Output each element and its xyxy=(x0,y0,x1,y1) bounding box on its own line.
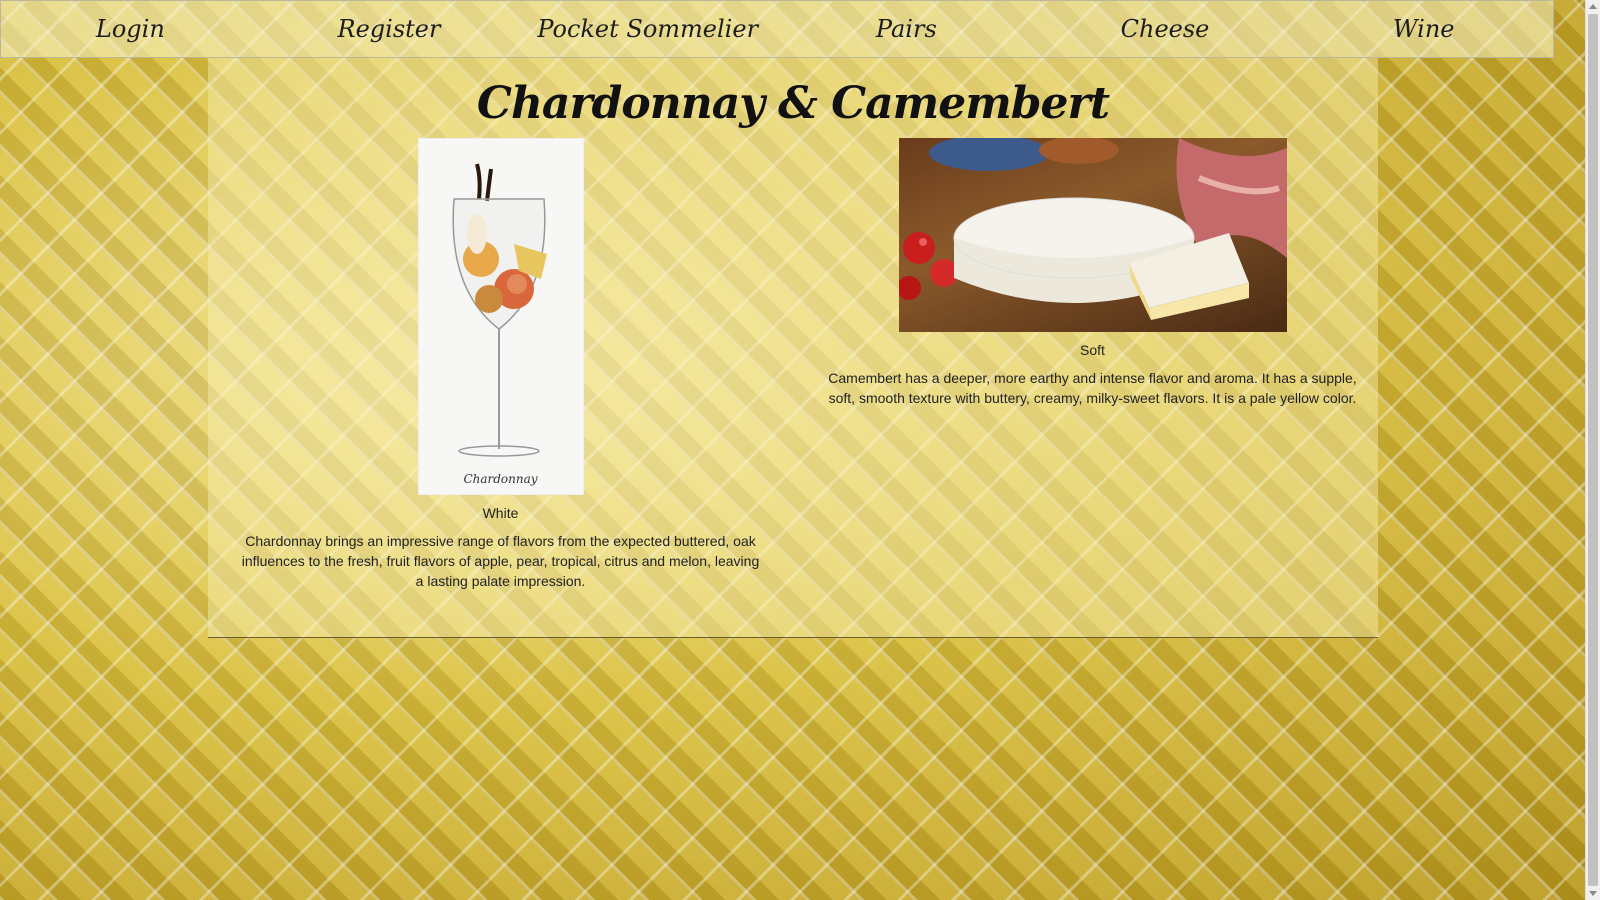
nav-cheese[interactable]: Cheese xyxy=(1036,0,1295,58)
wine-glass-image: Chardonnay xyxy=(417,138,584,495)
cheese-image xyxy=(898,138,1287,332)
top-nav: Login Register Pocket Sommelier Pairs Ch… xyxy=(0,0,1554,58)
page-title: Chardonnay & Camembert xyxy=(476,78,1110,129)
cheese-type: Soft xyxy=(1080,342,1105,358)
nav-login[interactable]: Login xyxy=(1,0,260,58)
wine-description: Chardonnay brings an impressive range of… xyxy=(241,533,760,589)
wine-section: Chardonnay White Chardonnay brings an im… xyxy=(228,138,773,591)
camembert-icon xyxy=(898,138,1287,320)
wine-type: White xyxy=(482,505,519,521)
pairing-card: Chardonnay & Camembert Chardonnay White … xyxy=(208,58,1378,638)
scroll-down-icon[interactable] xyxy=(1589,891,1597,896)
scroll-up-icon[interactable] xyxy=(1589,4,1597,9)
nav-pocket-sommelier[interactable]: Pocket Sommelier xyxy=(518,0,777,58)
cheese-description: Camembert has a deeper, more earthy and … xyxy=(828,370,1357,406)
nav-pairs[interactable]: Pairs xyxy=(777,0,1036,58)
scroll-thumb[interactable] xyxy=(1588,14,1598,886)
wine-image-label: Chardonnay xyxy=(463,472,538,486)
cheese-section: Soft Camembert has a deeper, more earthy… xyxy=(820,138,1365,408)
vertical-scrollbar[interactable] xyxy=(1585,0,1600,900)
wine-glass-icon xyxy=(451,163,547,457)
nav-register[interactable]: Register xyxy=(260,0,519,58)
nav-wine[interactable]: Wine xyxy=(1294,0,1553,58)
